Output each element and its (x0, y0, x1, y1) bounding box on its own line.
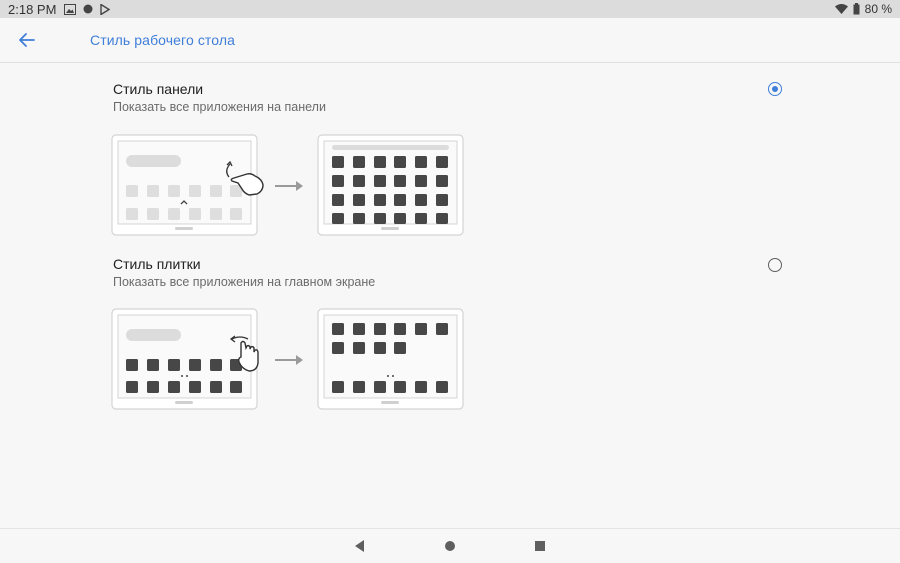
status-time: 2:18 PM (8, 1, 57, 17)
panel-style-illustration (111, 134, 464, 236)
navigation-bar (0, 528, 900, 563)
option-subtitle: Показать все приложения на панели (113, 100, 326, 114)
radio-panel-style[interactable] (768, 82, 782, 96)
arrow-back-icon[interactable] (14, 28, 38, 52)
option-subtitle: Показать все приложения на главном экран… (113, 275, 376, 289)
option-title: Стиль панели (113, 81, 204, 97)
home-circle-icon[interactable] (441, 537, 459, 555)
image-icon (64, 3, 77, 15)
tile-style-illustration (111, 308, 464, 410)
radio-tile-style[interactable] (768, 258, 782, 272)
recents-square-icon[interactable] (531, 537, 549, 555)
page-title: Стиль рабочего стола (90, 32, 236, 48)
wifi-icon (834, 4, 848, 14)
play-store-icon (100, 3, 111, 15)
circle-notification-icon (83, 4, 93, 14)
battery-icon (853, 3, 860, 15)
status-bar: 2:18 PM 80 % (0, 0, 900, 18)
battery-level: 80 % (864, 2, 892, 16)
option-title: Стиль плитки (113, 256, 201, 272)
back-triangle-icon[interactable] (351, 537, 369, 555)
app-bar: Стиль рабочего стола (0, 18, 900, 63)
